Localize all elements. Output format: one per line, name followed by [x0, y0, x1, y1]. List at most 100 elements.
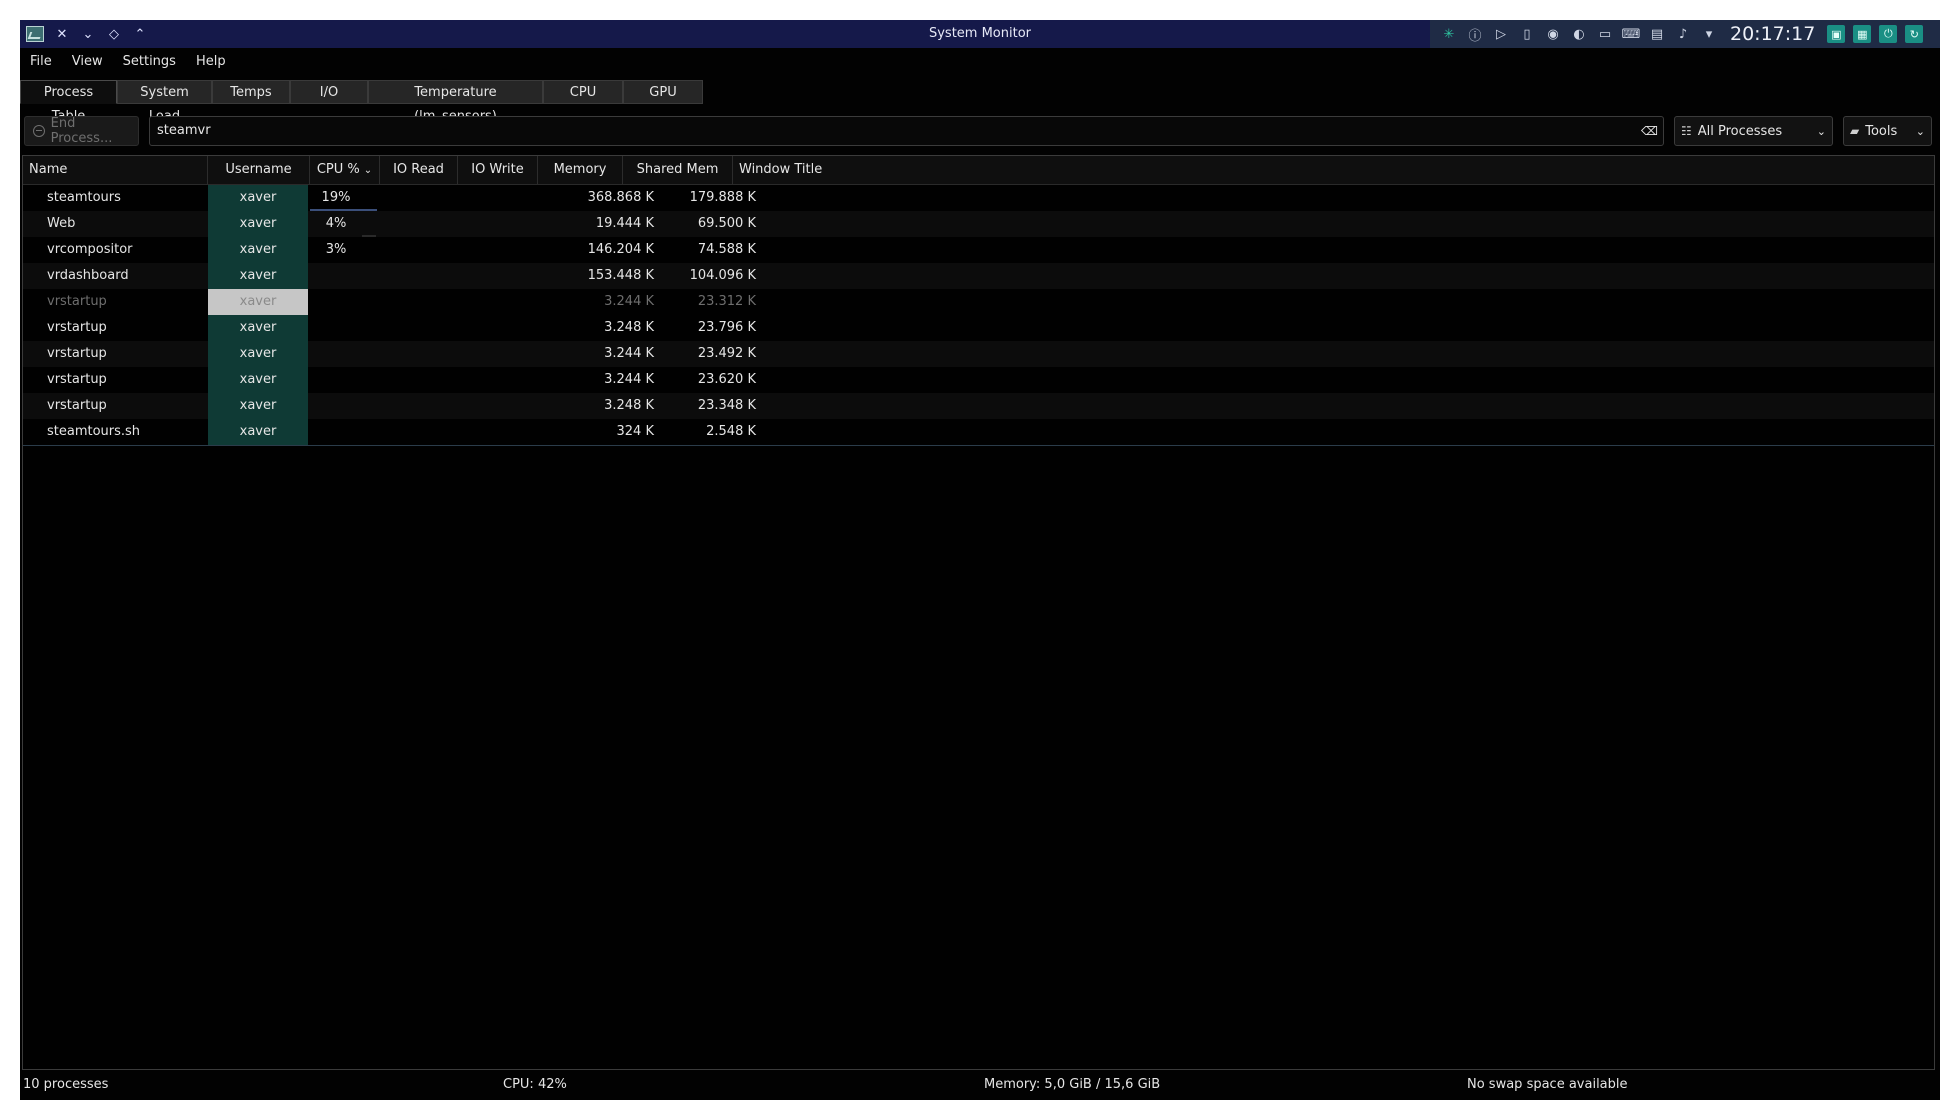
- table-row[interactable]: vrstartup xaver 3.248 K 23.796 K: [23, 315, 1934, 341]
- column-header-io-write[interactable]: IO Write: [458, 156, 538, 184]
- kde-connect-icon[interactable]: ✳: [1440, 25, 1458, 43]
- media-player-icon[interactable]: ▷: [1492, 25, 1510, 43]
- process-cpu: [310, 393, 362, 419]
- process-shared-mem: 74.588 K: [697, 242, 756, 257]
- tools-button[interactable]: ▰ Tools ⌄: [1843, 116, 1932, 146]
- process-memory: 19.444 K: [595, 216, 654, 231]
- process-filter-dropdown[interactable]: ☷ All Processes ⌄: [1674, 116, 1833, 146]
- process-shared-mem: 23.796 K: [697, 320, 756, 335]
- end-process-button[interactable]: End Process...: [24, 116, 139, 146]
- table-row[interactable]: vrstartup xaver 3.248 K 23.348 K: [23, 393, 1934, 419]
- cpu-header-label: CPU %: [316, 162, 360, 177]
- tab-temperature-lm-sensors[interactable]: Temperature (lm_sensors): [368, 80, 543, 124]
- column-header-io-read[interactable]: IO Read: [380, 156, 458, 184]
- column-header-shared-mem[interactable]: Shared Mem: [623, 156, 733, 184]
- chevron-down-icon: ⌄: [1816, 124, 1826, 138]
- tab-io[interactable]: I/O: [290, 80, 368, 104]
- tree-view-icon: ☷: [1681, 124, 1692, 138]
- end-process-icon: [33, 125, 45, 137]
- process-memory: 146.204 K: [587, 242, 654, 257]
- table-header: Name Username CPU % ⌄ IO Read IO Write Me…: [23, 156, 1934, 185]
- process-name: vrstartup: [47, 294, 107, 309]
- process-cpu: [310, 315, 362, 341]
- process-filter-value: All Processes: [1697, 123, 1783, 139]
- process-name: vrstartup: [47, 346, 107, 361]
- table-row[interactable]: Web xaver 4% 19.444 K 69.500 K: [23, 211, 1934, 237]
- tab-system-load[interactable]: System Load: [117, 80, 212, 124]
- process-username: xaver: [208, 367, 308, 393]
- table-row[interactable]: vrstartup xaver 3.244 K 23.620 K: [23, 367, 1934, 393]
- end-process-label: End Process...: [50, 116, 113, 146]
- status-memory: Memory: 5,0 GiB / 15,6 GiB: [984, 1077, 1161, 1092]
- menu-settings[interactable]: Settings: [113, 50, 186, 74]
- process-shared-mem: 104.096 K: [689, 268, 756, 283]
- volume-icon[interactable]: ♪: [1674, 25, 1692, 43]
- column-header-memory[interactable]: Memory: [538, 156, 623, 184]
- switch-user-icon[interactable]: ▦: [1853, 25, 1872, 43]
- tab-gpu[interactable]: GPU: [623, 80, 703, 104]
- process-username: xaver: [208, 315, 308, 341]
- process-username: xaver: [208, 393, 308, 419]
- column-header-cpu[interactable]: CPU % ⌄: [310, 156, 380, 184]
- toolbar: End Process... steamvr ⌫ ☷ All Processes…: [20, 116, 1940, 148]
- process-shared-mem: 179.888 K: [689, 190, 756, 205]
- clipboard-icon[interactable]: ▤: [1648, 25, 1666, 43]
- process-name: Web: [47, 216, 76, 231]
- keep-above-icon[interactable]: ⌃: [132, 26, 148, 42]
- toolbox-icon: ▰: [1850, 124, 1860, 138]
- clear-search-icon[interactable]: ⌫: [1641, 124, 1658, 138]
- table-row[interactable]: vrdashboard xaver 153.448 K 104.096 K: [23, 263, 1934, 289]
- process-name: steamtours.sh: [47, 424, 141, 439]
- device-icon[interactable]: ▯: [1518, 25, 1536, 43]
- process-username: xaver: [208, 237, 308, 263]
- process-cpu: [310, 367, 362, 393]
- close-icon[interactable]: ✕: [54, 26, 70, 42]
- table-row[interactable]: steamtours.sh xaver 324 K 2.548 K: [23, 419, 1934, 446]
- table-row-stopped[interactable]: vrstartup xaver 3.244 K 23.312 K: [23, 289, 1934, 315]
- search-input[interactable]: steamvr ⌫: [149, 116, 1664, 146]
- process-cpu: [310, 289, 362, 315]
- process-name: vrstartup: [47, 398, 107, 413]
- discord-icon[interactable]: ◉: [1544, 25, 1562, 43]
- column-header-window-title[interactable]: Window Title: [733, 156, 1934, 184]
- display-icon[interactable]: ▭: [1596, 25, 1614, 43]
- steam-icon[interactable]: ◐: [1570, 25, 1588, 43]
- process-memory: 368.868 K: [587, 190, 654, 205]
- lock-screen-icon[interactable]: ▣: [1827, 25, 1846, 43]
- keyboard-icon[interactable]: ⌨: [1622, 25, 1641, 43]
- status-cpu: CPU: 42%: [503, 1077, 567, 1092]
- menu-bar: File View Settings Help: [20, 50, 236, 74]
- process-table: Name Username CPU % ⌄ IO Read IO Write Me…: [22, 155, 1935, 1070]
- process-username: xaver: [208, 289, 308, 315]
- process-memory: 324 K: [616, 424, 654, 439]
- process-memory: 3.248 K: [604, 398, 654, 413]
- power-icon[interactable]: ⏻: [1879, 25, 1898, 43]
- notification-icon[interactable]: ⓘ: [1466, 25, 1484, 44]
- maximize-diamond-icon[interactable]: ◇: [106, 26, 122, 42]
- process-cpu: [310, 263, 362, 289]
- restart-icon[interactable]: ↻: [1905, 25, 1924, 43]
- process-shared-mem: 23.620 K: [697, 372, 756, 387]
- menu-view[interactable]: View: [62, 50, 113, 74]
- tab-cpu[interactable]: CPU: [543, 80, 623, 104]
- tab-process-table[interactable]: Process Table: [20, 80, 117, 124]
- column-header-username[interactable]: Username: [208, 156, 310, 184]
- process-username: xaver: [208, 185, 308, 211]
- minimize-chevron-icon[interactable]: ⌄: [80, 26, 96, 42]
- table-row[interactable]: steamtours xaver 19% 368.868 K 179.888 K: [23, 185, 1934, 211]
- process-username: xaver: [208, 419, 308, 445]
- process-username: xaver: [208, 263, 308, 289]
- process-shared-mem: 23.492 K: [697, 346, 756, 361]
- tab-temps[interactable]: Temps: [212, 80, 290, 104]
- column-header-name[interactable]: Name: [23, 156, 208, 184]
- menu-file[interactable]: File: [20, 50, 62, 74]
- menu-help[interactable]: Help: [186, 50, 236, 74]
- table-row[interactable]: vrcompositor xaver 3% 146.204 K 74.588 K: [23, 237, 1934, 263]
- process-name: vrcompositor: [47, 242, 133, 257]
- clock[interactable]: 20:17:17: [1730, 23, 1815, 45]
- tray-expand-icon[interactable]: ▾: [1700, 25, 1718, 43]
- table-row[interactable]: vrstartup xaver 3.244 K 23.492 K: [23, 341, 1934, 367]
- process-shared-mem: 23.312 K: [697, 294, 756, 309]
- tab-bar: Process Table System Load Temps I/O Temp…: [20, 80, 703, 124]
- process-memory: 3.244 K: [604, 294, 654, 309]
